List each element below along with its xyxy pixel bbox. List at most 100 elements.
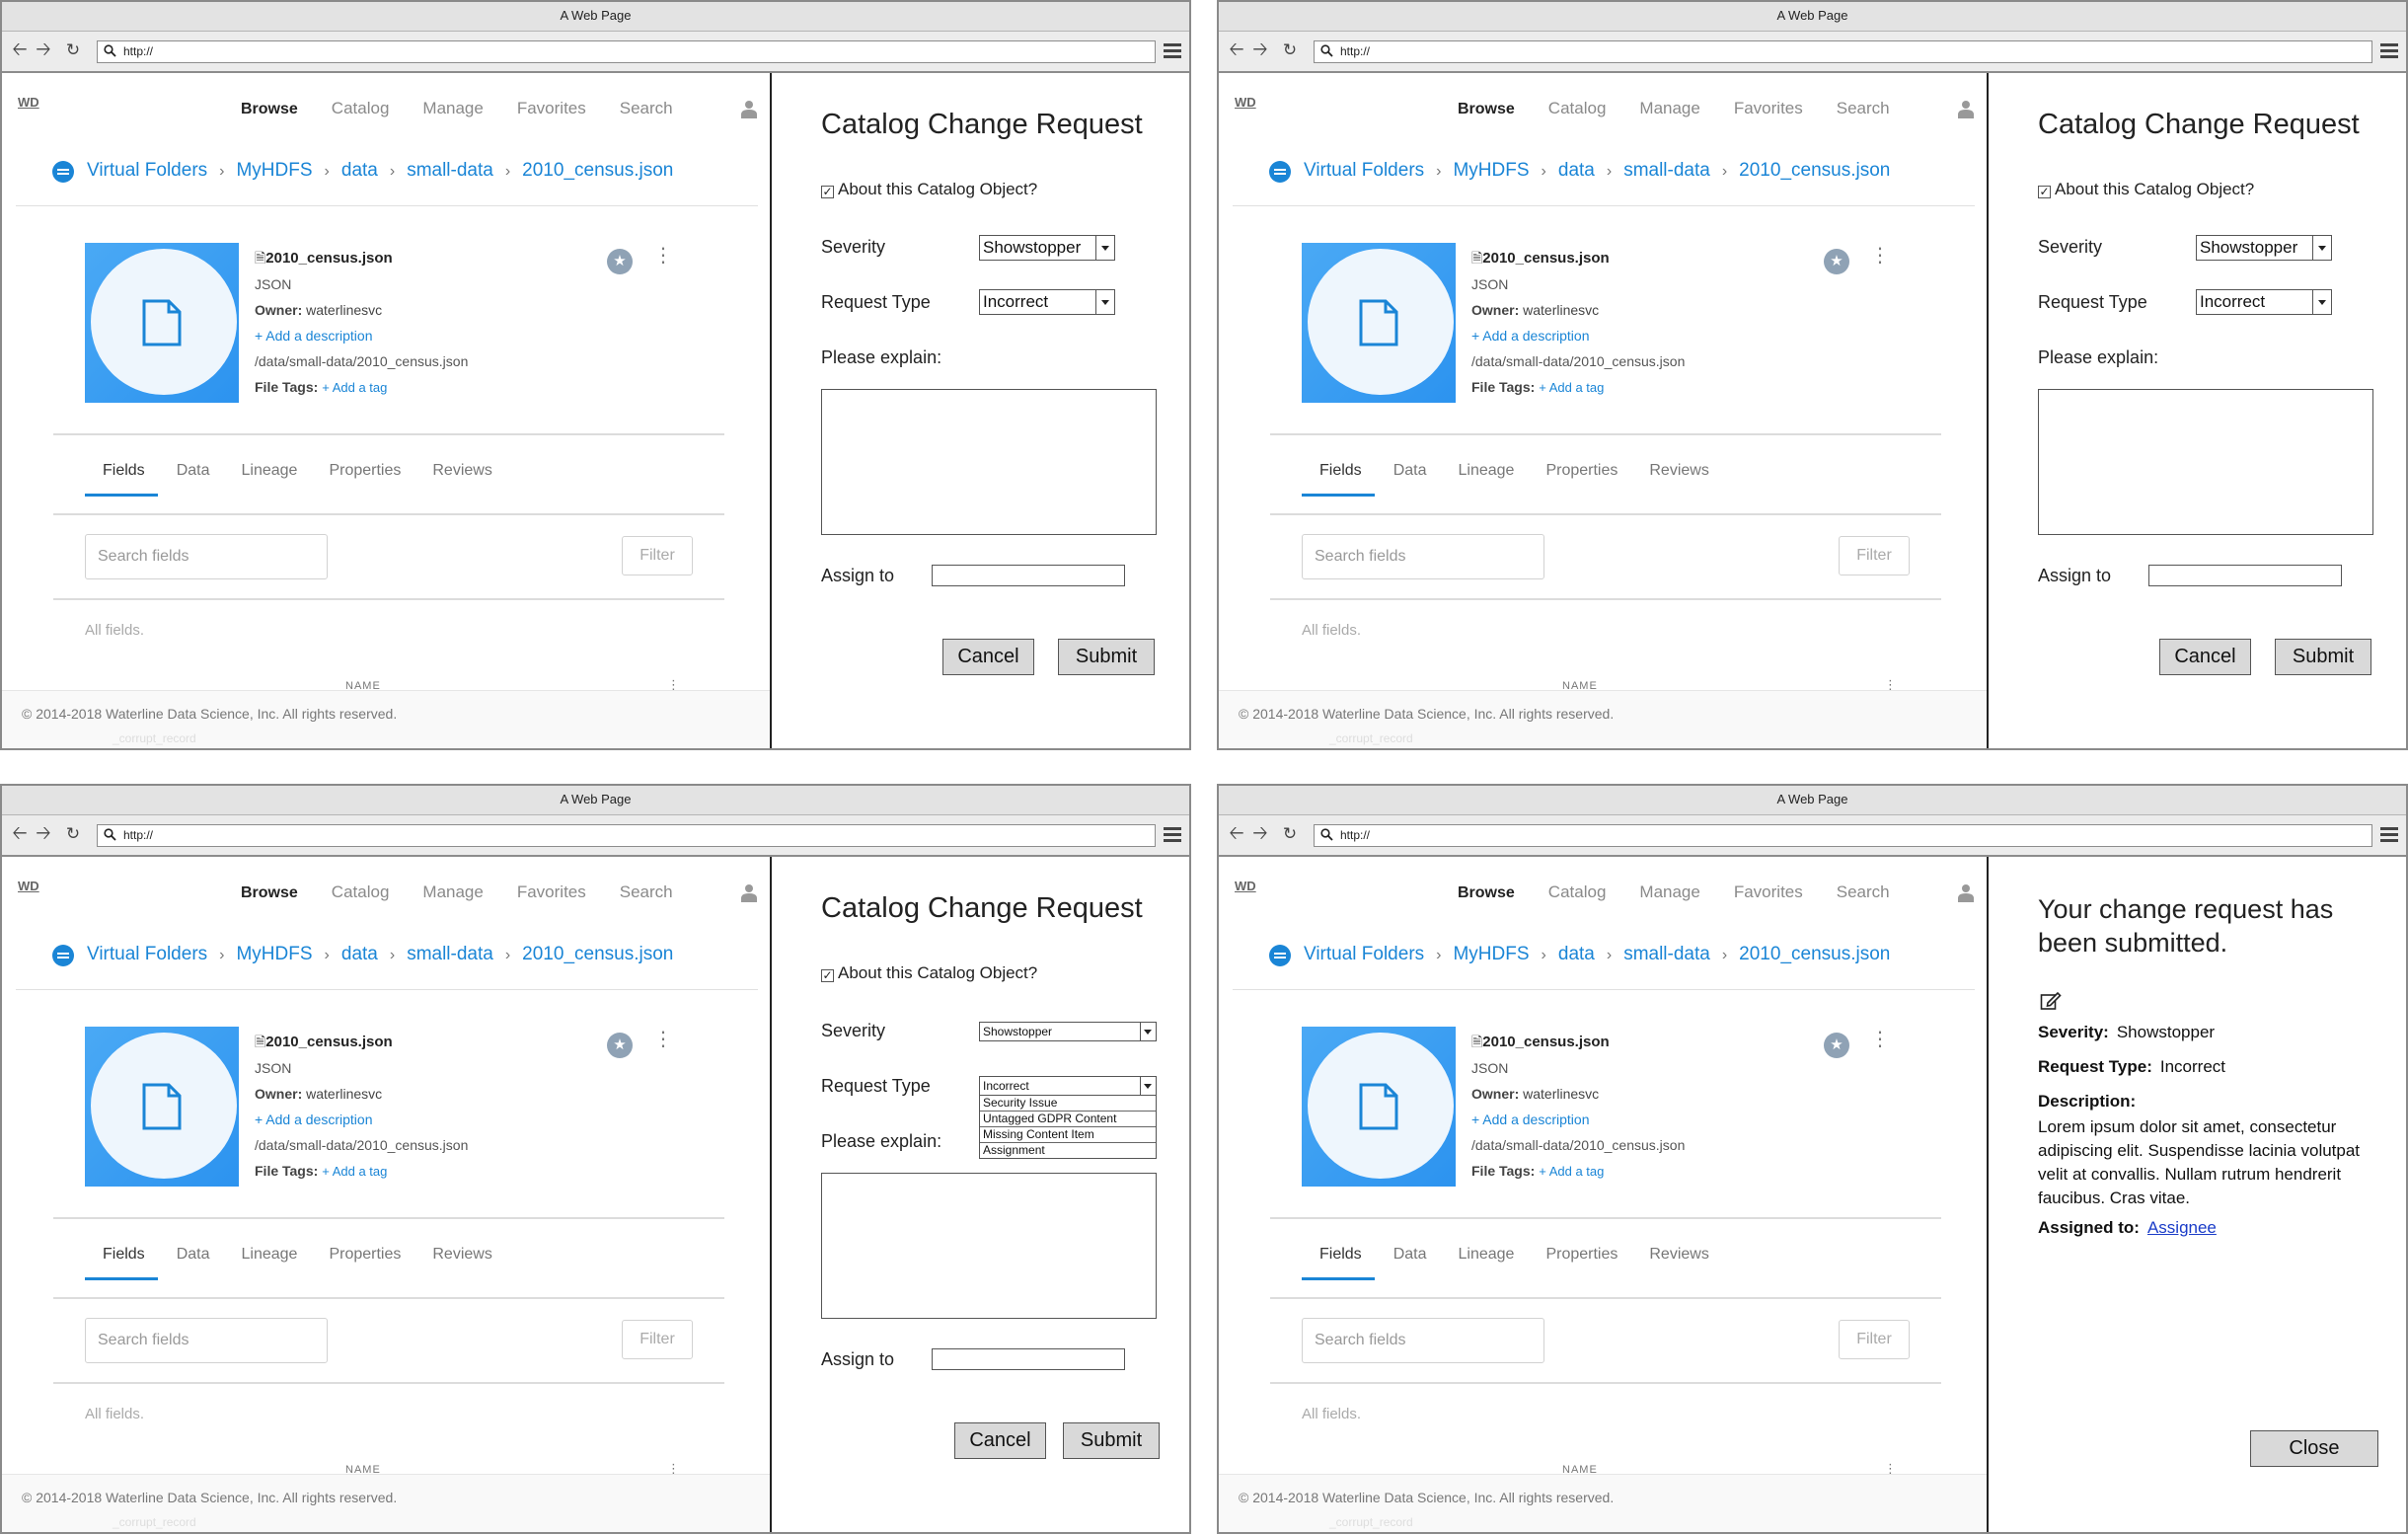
severity-select[interactable]: Showstopper xyxy=(2196,235,2332,261)
nav-favorites[interactable]: Favorites xyxy=(1734,99,1803,117)
crumb-small-data[interactable]: small-data xyxy=(1623,160,1710,181)
tab-lineage[interactable]: Lineage xyxy=(1458,462,1514,479)
add-tag-link[interactable]: + Add a tag xyxy=(1539,1164,1604,1179)
menu-icon[interactable] xyxy=(2380,827,2398,843)
crumb-virtual-folders[interactable]: Virtual Folders xyxy=(87,160,207,181)
nav-catalog[interactable]: Catalog xyxy=(332,99,390,117)
menu-icon[interactable] xyxy=(1164,43,1181,59)
logo[interactable]: WD xyxy=(18,95,39,110)
add-description-link[interactable]: + Add a description xyxy=(1471,323,1685,348)
nav-browse[interactable]: Browse xyxy=(1458,884,1515,901)
option-security-issue[interactable]: Security Issue xyxy=(980,1096,1156,1112)
nav-search[interactable]: Search xyxy=(620,99,673,117)
crumb-file[interactable]: 2010_census.json xyxy=(1739,944,1890,964)
back-icon[interactable]: 🡠 xyxy=(10,40,30,60)
back-icon[interactable]: 🡠 xyxy=(10,824,30,844)
chevron-down-icon[interactable] xyxy=(2312,290,2331,314)
chevron-down-icon[interactable] xyxy=(1095,290,1114,314)
nav-search[interactable]: Search xyxy=(620,882,673,901)
crumb-small-data[interactable]: small-data xyxy=(1623,944,1710,964)
crumb-small-data[interactable]: small-data xyxy=(407,160,493,181)
more-options-icon[interactable]: ⋮ xyxy=(1870,246,1890,266)
user-icon[interactable] xyxy=(1958,99,1974,118)
folder-home-icon[interactable] xyxy=(51,944,75,967)
request-type-select[interactable]: Incorrect xyxy=(979,1076,1157,1096)
folder-home-icon[interactable] xyxy=(1268,160,1292,184)
crumb-data[interactable]: data xyxy=(1558,160,1595,181)
reload-icon[interactable]: ↻ xyxy=(63,824,83,844)
tab-fields[interactable]: Fields xyxy=(1319,1246,1362,1263)
nav-browse[interactable]: Browse xyxy=(241,884,298,901)
crumb-myhdfs[interactable]: MyHDFS xyxy=(236,944,312,964)
chevron-down-icon[interactable] xyxy=(1095,236,1114,260)
about-object-checkbox[interactable]: ✓ About this Catalog Object? xyxy=(821,180,1037,199)
tab-reviews[interactable]: Reviews xyxy=(1649,1246,1708,1263)
add-tag-link[interactable]: + Add a tag xyxy=(322,1164,387,1179)
option-assignment[interactable]: Assignment xyxy=(980,1143,1156,1158)
filter-button[interactable]: Filter xyxy=(1839,1320,1910,1359)
search-fields-input[interactable]: Search fields xyxy=(85,1318,328,1363)
explain-textarea[interactable] xyxy=(2038,389,2373,535)
tab-data[interactable]: Data xyxy=(1393,462,1427,479)
logo[interactable]: WD xyxy=(18,879,39,893)
search-fields-input[interactable]: Search fields xyxy=(1302,1318,1544,1363)
about-object-checkbox[interactable]: ✓ About this Catalog Object? xyxy=(2038,180,2254,199)
tab-properties[interactable]: Properties xyxy=(1545,1246,1618,1263)
reload-icon[interactable]: ↻ xyxy=(1280,40,1300,60)
nav-browse[interactable]: Browse xyxy=(1458,101,1515,117)
back-icon[interactable]: 🡠 xyxy=(1227,40,1246,60)
nav-manage[interactable]: Manage xyxy=(1639,882,1699,901)
nav-manage[interactable]: Manage xyxy=(422,882,483,901)
request-type-select[interactable]: Incorrect xyxy=(979,289,1115,315)
more-options-icon[interactable]: ⋮ xyxy=(653,246,673,266)
add-description-link[interactable]: + Add a description xyxy=(1471,1107,1685,1132)
crumb-data[interactable]: data xyxy=(341,944,378,964)
url-bar[interactable]: http:// xyxy=(97,40,1156,63)
checkbox-checked-icon[interactable]: ✓ xyxy=(2038,186,2051,198)
nav-search[interactable]: Search xyxy=(1837,99,1890,117)
crumb-myhdfs[interactable]: MyHDFS xyxy=(1453,944,1529,964)
cancel-button[interactable]: Cancel xyxy=(954,1422,1046,1459)
favorite-star-icon[interactable]: ★ xyxy=(607,1033,633,1058)
nav-catalog[interactable]: Catalog xyxy=(1548,99,1607,117)
cancel-button[interactable]: Cancel xyxy=(2159,639,2251,675)
submit-button[interactable]: Submit xyxy=(2275,639,2371,675)
search-fields-input[interactable]: Search fields xyxy=(1302,534,1544,579)
tab-lineage[interactable]: Lineage xyxy=(1458,1246,1514,1263)
reload-icon[interactable]: ↻ xyxy=(1280,824,1300,844)
forward-icon[interactable]: 🡢 xyxy=(1250,40,1270,60)
favorite-star-icon[interactable]: ★ xyxy=(1824,1033,1849,1058)
tab-reviews[interactable]: Reviews xyxy=(432,462,491,479)
filter-button[interactable]: Filter xyxy=(622,1320,693,1359)
nav-catalog[interactable]: Catalog xyxy=(1548,882,1607,901)
url-bar[interactable]: http:// xyxy=(1314,40,2372,63)
folder-home-icon[interactable] xyxy=(51,160,75,184)
checkbox-checked-icon[interactable]: ✓ xyxy=(821,186,834,198)
edit-icon[interactable] xyxy=(2040,991,2062,1011)
assign-input[interactable] xyxy=(2148,565,2342,586)
cancel-button[interactable]: Cancel xyxy=(942,639,1034,675)
crumb-virtual-folders[interactable]: Virtual Folders xyxy=(1304,160,1424,181)
severity-select[interactable]: Showstopper xyxy=(979,1022,1157,1041)
tab-fields[interactable]: Fields xyxy=(1319,462,1362,479)
user-icon[interactable] xyxy=(741,882,757,902)
tab-properties[interactable]: Properties xyxy=(329,1246,401,1263)
crumb-file[interactable]: 2010_census.json xyxy=(522,160,673,181)
nav-catalog[interactable]: Catalog xyxy=(332,882,390,901)
request-type-select[interactable]: Incorrect xyxy=(2196,289,2332,315)
filter-button[interactable]: Filter xyxy=(622,536,693,575)
tab-reviews[interactable]: Reviews xyxy=(1649,462,1708,479)
chevron-down-icon[interactable] xyxy=(1140,1077,1156,1095)
nav-manage[interactable]: Manage xyxy=(422,99,483,117)
tab-lineage[interactable]: Lineage xyxy=(241,462,297,479)
tab-properties[interactable]: Properties xyxy=(329,462,401,479)
tab-data[interactable]: Data xyxy=(177,462,210,479)
favorite-star-icon[interactable]: ★ xyxy=(607,249,633,274)
checkbox-checked-icon[interactable]: ✓ xyxy=(821,969,834,982)
add-description-link[interactable]: + Add a description xyxy=(255,323,468,348)
about-object-checkbox[interactable]: ✓ About this Catalog Object? xyxy=(821,963,1037,983)
more-options-icon[interactable]: ⋮ xyxy=(653,1030,673,1049)
nav-manage[interactable]: Manage xyxy=(1639,99,1699,117)
menu-icon[interactable] xyxy=(1164,827,1181,843)
option-missing-content[interactable]: Missing Content Item xyxy=(980,1127,1156,1143)
